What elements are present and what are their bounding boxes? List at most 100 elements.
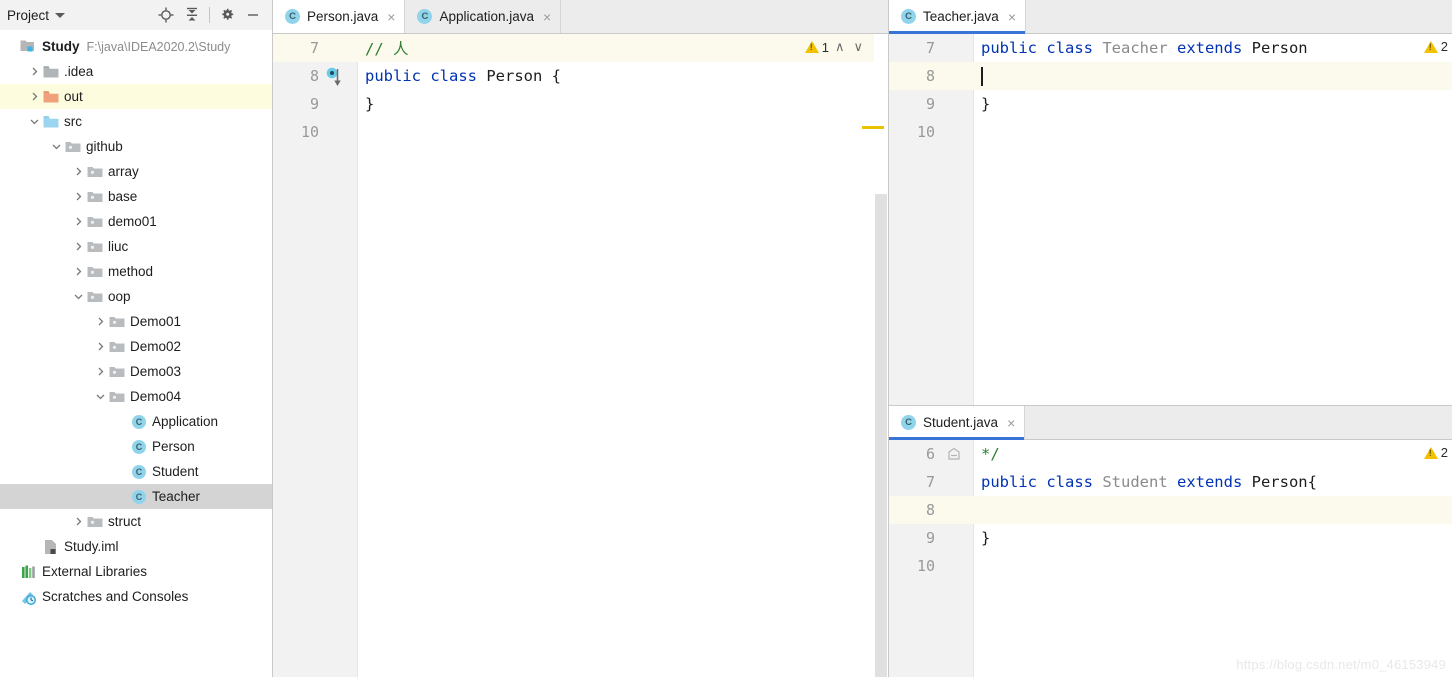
line-number[interactable]: 8 [273,62,319,90]
tree-item-github[interactable]: github [0,134,272,159]
chevron-right-icon[interactable] [70,184,86,209]
chevron-right-icon[interactable] [70,234,86,259]
tree-item-label: oop [108,290,131,304]
chevron-down-icon[interactable] [26,109,42,134]
line-number[interactable]: 8 [889,62,935,90]
line-number[interactable]: 9 [889,90,935,118]
tree-item-label: github [86,140,123,154]
tree-item-oop[interactable]: oop [0,284,272,309]
tree-item-scratches-and-consoles[interactable]: Scratches and Consoles [0,584,272,609]
person-editor-scrollbar[interactable] [874,34,888,677]
tree-item-label: liuc [108,240,128,254]
chevron-right-icon[interactable] [70,209,86,234]
tree-item-out[interactable]: out [0,84,272,109]
chevron-right-icon[interactable] [70,159,86,184]
editor-tab-person[interactable]: CPerson.java× [273,0,405,33]
collapse-all-icon[interactable] [179,2,205,28]
package-icon [86,184,103,209]
tree-item-method[interactable]: method [0,259,272,284]
chevron-right-icon[interactable] [70,259,86,284]
project-tool-window: Project StudyF:\java\IDEA2020.2\Stu [0,0,273,677]
student-inspection-widget[interactable]: 2 [1424,445,1448,460]
close-icon[interactable]: × [1006,10,1016,24]
tree-item-person[interactable]: CPerson [0,434,272,459]
tree-item-demo03[interactable]: Demo03 [0,359,272,384]
chevron-right-icon[interactable] [92,359,108,384]
tree-item-label: struct [108,515,141,529]
teacher-java-editor[interactable]: 7public class Teacher extends Person89}1… [889,34,1452,405]
line-number[interactable]: 7 [889,34,935,62]
panel-title: Project [7,8,49,23]
tree-item-idea[interactable]: .idea [0,59,272,84]
gear-icon[interactable] [214,2,240,28]
code-line: 10 [273,118,874,146]
tree-item-liuc[interactable]: liuc [0,234,272,259]
code-text: */ [981,445,1000,463]
tree-item-study[interactable]: StudyF:\java\IDEA2020.2\Study [0,34,272,59]
chevron-right-icon[interactable] [26,84,42,109]
tree-item-teacher[interactable]: C Teacher [0,484,272,509]
package-icon [108,359,125,384]
minimize-icon[interactable] [240,2,266,28]
line-number[interactable]: 6 [889,440,935,468]
tree-item-external-libraries[interactable]: External Libraries [0,559,272,584]
code-fold-icon[interactable] [947,447,961,465]
tree-item-demo01[interactable]: Demo01 [0,309,272,334]
code-token: Person{ [1252,473,1317,491]
code-token: Person { [486,67,561,85]
tree-item-label: Teacher [152,490,200,504]
line-number[interactable]: 9 [889,524,935,552]
chevron-right-icon[interactable] [92,309,108,334]
person-java-editor[interactable]: 7// 人8public class Person {9}10 1 ∧ ∨ [273,34,888,677]
tree-item-label: Student [152,465,199,479]
editor-tab-application[interactable]: CApplication.java× [405,0,561,33]
class-icon: C [285,9,300,24]
editor-tab-teacher[interactable]: CTeacher.java× [889,0,1026,33]
line-number[interactable]: 7 [273,34,319,62]
chevron-right-icon[interactable] [26,59,42,84]
tree-item-demo02[interactable]: Demo02 [0,334,272,359]
line-number[interactable]: 7 [889,468,935,496]
next-problem-icon[interactable]: ∨ [850,39,866,55]
close-icon[interactable]: × [541,10,551,24]
person-inspection-widget[interactable]: 1 ∧ ∨ [805,39,866,55]
chevron-down-icon[interactable] [70,284,86,309]
student-java-editor[interactable]: 6*/7public class Student extends Person{… [889,440,1452,677]
editor-tab-student[interactable]: CStudent.java× [889,406,1025,439]
code-line: 7public class Student extends Person{ [889,468,1452,496]
chevron-down-icon[interactable] [48,134,64,159]
tree-item-demo01[interactable]: demo01 [0,209,272,234]
svg-text:C: C [135,492,142,502]
chevron-right-icon[interactable] [70,509,86,534]
tree-item-src[interactable]: src [0,109,272,134]
tree-item-path: F:\java\IDEA2020.2\Study [87,40,231,54]
line-number[interactable]: 8 [889,496,935,524]
tree-item-study-iml[interactable]: Study.iml [0,534,272,559]
tree-item-base[interactable]: base [0,184,272,209]
line-number[interactable]: 10 [273,118,319,146]
locate-icon[interactable] [153,2,179,28]
code-line: 9} [889,524,1452,552]
text-caret [981,67,983,86]
close-icon[interactable]: × [385,10,395,24]
tree-item-array[interactable]: array [0,159,272,184]
line-number[interactable]: 10 [889,552,935,580]
code-token: public [981,473,1046,491]
toolbar-divider [209,7,210,23]
tree-item-student[interactable]: CStudent [0,459,272,484]
close-icon[interactable]: × [1005,416,1015,430]
project-title-dropdown[interactable]: Project [7,8,65,23]
tree-item-application[interactable]: CApplication [0,409,272,434]
chevron-right-icon[interactable] [92,334,108,359]
line-number[interactable]: 10 [889,118,935,146]
folder-orange-icon [42,84,59,109]
tree-item-demo04[interactable]: Demo04 [0,384,272,409]
teacher-inspection-widget[interactable]: 2 [1424,39,1448,54]
tree-item-struct[interactable]: struct [0,509,272,534]
person-scrollbar-thumb[interactable] [875,194,887,677]
prev-problem-icon[interactable]: ∧ [832,39,848,55]
line-number[interactable]: 9 [273,90,319,118]
overridden-method-icon[interactable] [326,67,346,91]
tree-arrow-spacer [114,409,130,434]
chevron-down-icon[interactable] [92,384,108,409]
